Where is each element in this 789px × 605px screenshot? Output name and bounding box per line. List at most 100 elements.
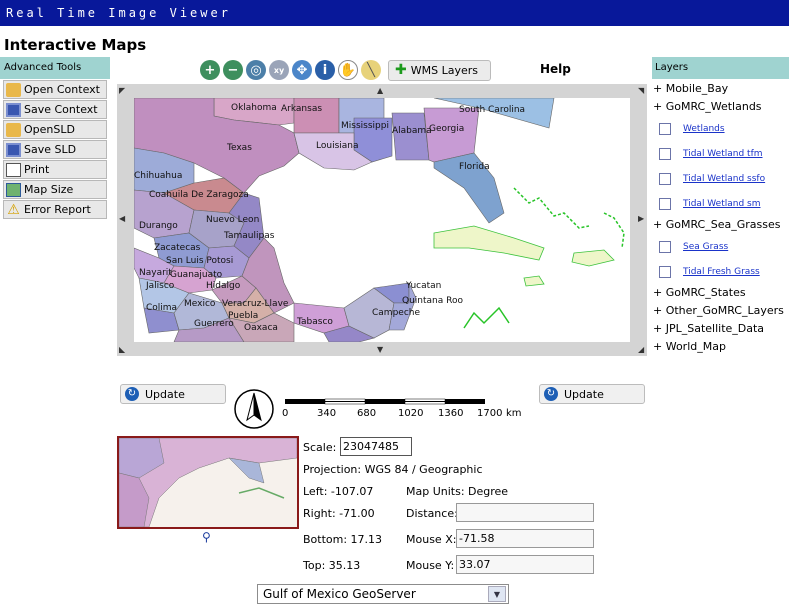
mouse-x-label: Mouse X: [406, 533, 457, 546]
advanced-tools-heading: Advanced Tools [0, 57, 110, 79]
warning-icon: ⚠ [7, 201, 20, 218]
pan-southeast-arrow[interactable]: ◢ [638, 345, 644, 354]
zoom-to-coordinates-icon[interactable]: xy [269, 60, 289, 80]
layer-group[interactable]: + Mobile_Bay [653, 80, 789, 98]
scale-tick: 340 [317, 408, 337, 419]
pan-south-arrow[interactable]: ▼ [377, 345, 383, 354]
mouse-y-field[interactable] [456, 555, 594, 574]
left-extent: Left: -107.07 [303, 485, 374, 498]
zoom-full-extent-icon[interactable]: ◎ [246, 60, 266, 80]
pan-icon[interactable]: ✥ [292, 60, 312, 80]
save-context-button[interactable]: Save Context [3, 100, 107, 119]
zoom-in-icon[interactable]: + [200, 60, 220, 80]
tool-label: Open Context [24, 83, 100, 96]
map-frame: ▲ ▼ ◀ ▶ ◤ ◥ ◣ ◢ Oklahoma Arkansas South … [117, 84, 647, 356]
map-label: Nuevo Leon [206, 215, 260, 225]
tool-label: Map Size [24, 183, 74, 196]
tool-label: Save SLD [24, 143, 77, 156]
layer-group[interactable]: + GoMRC_Wetlands [653, 98, 789, 116]
map-label: Tamaulipas [224, 231, 275, 241]
layer-group[interactable]: + Other_GoMRC_Layers [653, 302, 789, 320]
layer-group[interactable]: + World_Map [653, 338, 789, 356]
map-label: South Carolina [459, 105, 526, 115]
folder-icon [6, 122, 21, 137]
map-label: San Luis Potosi [166, 256, 234, 266]
layer-link[interactable]: Wetlands [683, 124, 725, 134]
layer-link[interactable]: Sea Grass [683, 242, 728, 252]
scale-label: Scale: [303, 441, 337, 454]
pan-east-arrow[interactable]: ▶ [638, 214, 644, 223]
overview-map-svg [119, 438, 297, 527]
error-report-button[interactable]: ⚠ Error Report [3, 200, 107, 219]
map-label: Oaxaca [244, 323, 278, 333]
bottom-extent: Bottom: 17.13 [303, 533, 383, 546]
identify-icon[interactable]: i [315, 60, 335, 80]
map-label: Texas [227, 143, 252, 153]
map-label: Tabasco [297, 317, 333, 327]
map-label: Jalisco [146, 281, 175, 291]
layer-link[interactable]: Tidal Fresh Grass [683, 267, 760, 277]
save-sld-button[interactable]: Save SLD [3, 140, 107, 159]
map-label: Durango [139, 221, 178, 231]
scale-tick: 680 [357, 408, 377, 419]
help-link[interactable]: Help [540, 62, 571, 76]
map-toolbar: + − ◎ xy ✥ i ✋ ╲ ✚ WMS Layers [200, 58, 491, 82]
region-bahamas [513, 187, 590, 229]
server-select-value: Gulf of Mexico GeoServer [263, 587, 416, 601]
north-arrow-icon [234, 389, 274, 429]
map-label: Mississippi [341, 121, 389, 131]
scale-input[interactable] [340, 437, 412, 456]
layer-checkbox[interactable] [659, 240, 671, 253]
pan-northwest-arrow[interactable]: ◤ [119, 86, 125, 95]
map-view[interactable]: Oklahoma Arkansas South Carolina Mississipp… [134, 98, 630, 342]
layer-checkbox[interactable] [659, 122, 671, 135]
layer-checkbox[interactable] [659, 197, 671, 210]
layer-link[interactable]: Tidal Wetland sm [683, 199, 761, 209]
layer-item: Wetlands [653, 116, 789, 141]
layer-checkbox[interactable] [659, 265, 671, 278]
map-label: Guerrero [194, 319, 234, 329]
save-icon [6, 142, 21, 157]
layer-item: Tidal Fresh Grass [653, 259, 789, 284]
measure-ruler-icon[interactable]: ╲ [361, 60, 381, 80]
map-label: Colima [146, 303, 178, 313]
map-label: Coahuila De Zaragoza [149, 190, 249, 200]
mouse-x-field[interactable] [456, 529, 594, 548]
open-context-button[interactable]: Open Context [3, 80, 107, 99]
update-button-left[interactable]: ↻ Update [120, 384, 226, 404]
pan-west-arrow[interactable]: ◀ [119, 214, 125, 223]
layer-checkbox[interactable] [659, 147, 671, 160]
layer-group[interactable]: + GoMRC_States [653, 284, 789, 302]
map-label: Louisiana [316, 141, 359, 151]
pan-southwest-arrow[interactable]: ◣ [119, 345, 125, 354]
overview-pan-icon[interactable]: ⚲ [202, 530, 211, 544]
map-label: Florida [459, 162, 490, 172]
layer-group[interactable]: + GoMRC_Sea_Grasses [653, 216, 789, 234]
wms-layers-button[interactable]: ✚ WMS Layers [388, 59, 491, 81]
hand-drag-icon[interactable]: ✋ [338, 60, 358, 80]
pan-north-arrow[interactable]: ▲ [377, 86, 383, 95]
distance-field[interactable] [456, 503, 594, 522]
layer-item: Tidal Wetland ssfo [653, 166, 789, 191]
map-label: Campeche [372, 308, 421, 318]
open-sld-button[interactable]: OpenSLD [3, 120, 107, 139]
scale-tick: 1020 [398, 408, 424, 419]
print-button[interactable]: Print [3, 160, 107, 179]
scale-unit: km [506, 408, 522, 419]
layer-item: Tidal Wetland tfm [653, 141, 789, 166]
map-size-button[interactable]: Map Size [3, 180, 107, 199]
layer-item: Sea Grass [653, 234, 789, 259]
advanced-tools-list: Open Context Save Context OpenSLD Save S… [0, 80, 110, 220]
layer-group[interactable]: + JPL_Satellite_Data [653, 320, 789, 338]
tool-label: Error Report [24, 203, 91, 216]
pan-northeast-arrow[interactable]: ◥ [638, 86, 644, 95]
server-select[interactable]: Gulf of Mexico GeoServer ▼ [257, 584, 509, 604]
layer-checkbox[interactable] [659, 172, 671, 185]
zoom-out-icon[interactable]: − [223, 60, 243, 80]
layer-link[interactable]: Tidal Wetland tfm [683, 149, 763, 159]
layers-heading: Layers [652, 57, 789, 79]
overview-map[interactable] [117, 436, 299, 529]
region-cuba [433, 225, 545, 261]
layer-link[interactable]: Tidal Wetland ssfo [683, 174, 765, 184]
printer-icon [6, 162, 21, 177]
